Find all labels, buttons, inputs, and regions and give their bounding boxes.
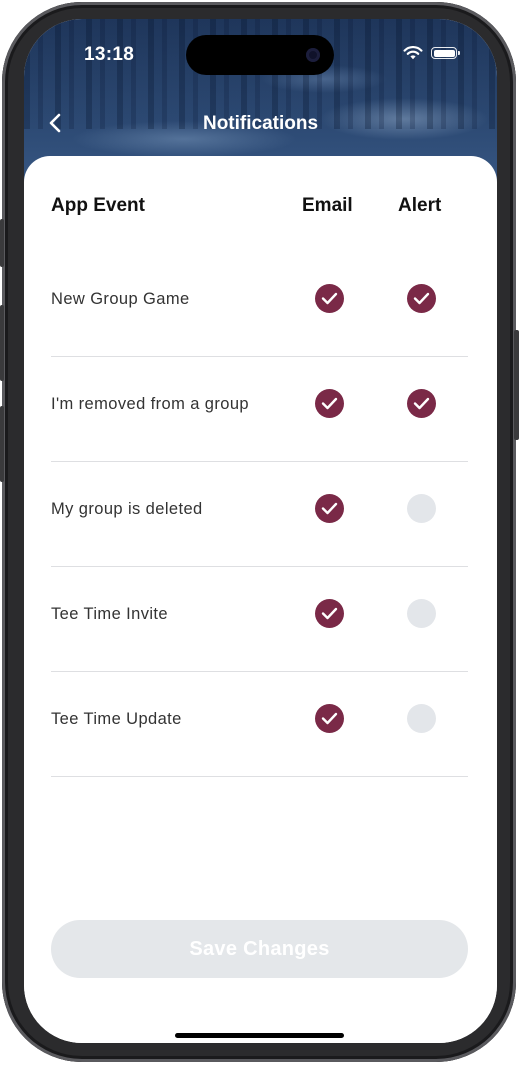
email-checkbox[interactable] xyxy=(315,599,344,628)
camera-icon xyxy=(306,48,320,62)
event-label: New Group Game xyxy=(51,290,190,308)
power-button xyxy=(514,330,519,440)
wifi-icon xyxy=(403,46,423,60)
column-header-email: Email xyxy=(302,195,353,216)
page-title: Notifications xyxy=(202,113,319,134)
email-checkbox[interactable] xyxy=(315,704,344,733)
row-divider xyxy=(51,776,468,777)
checkmark-icon xyxy=(413,397,430,410)
checkmark-icon xyxy=(321,292,338,305)
checkmark-icon xyxy=(321,502,338,515)
checkmark-icon xyxy=(321,397,338,410)
event-label: I'm removed from a group xyxy=(51,395,249,413)
alert-checkbox[interactable] xyxy=(407,704,436,733)
table-row: Tee Time Invite xyxy=(51,567,468,672)
email-checkbox[interactable] xyxy=(315,284,344,313)
table-row: I'm removed from a group xyxy=(51,357,468,462)
status-time: 13:18 xyxy=(84,44,135,65)
alert-checkbox[interactable] xyxy=(407,599,436,628)
alert-checkbox[interactable] xyxy=(407,284,436,313)
table-row: My group is deleted xyxy=(51,462,468,567)
volume-up-button xyxy=(0,305,4,381)
table-row: Tee Time Update xyxy=(51,672,468,777)
event-label: Tee Time Update xyxy=(51,710,182,728)
checkmark-icon xyxy=(321,607,338,620)
email-checkbox[interactable] xyxy=(315,389,344,418)
checkmark-icon xyxy=(413,292,430,305)
save-changes-button[interactable]: Save Changes xyxy=(51,920,468,978)
volume-down-button xyxy=(0,406,4,482)
alert-checkbox[interactable] xyxy=(407,494,436,523)
alert-checkbox[interactable] xyxy=(407,389,436,418)
home-indicator xyxy=(175,1033,344,1038)
column-header-app-event: App Event xyxy=(51,195,145,216)
checkmark-icon xyxy=(321,712,338,725)
dynamic-island xyxy=(186,35,334,75)
status-icons xyxy=(403,46,460,60)
event-label: Tee Time Invite xyxy=(51,605,168,623)
event-label: My group is deleted xyxy=(51,500,203,518)
table-row: New Group Game xyxy=(51,252,468,357)
column-header-alert: Alert xyxy=(398,195,442,216)
email-checkbox[interactable] xyxy=(315,494,344,523)
screen: 13:18 Notifications App Event Email Aler… xyxy=(24,19,497,1043)
battery-icon xyxy=(431,47,460,59)
action-button xyxy=(0,219,4,267)
